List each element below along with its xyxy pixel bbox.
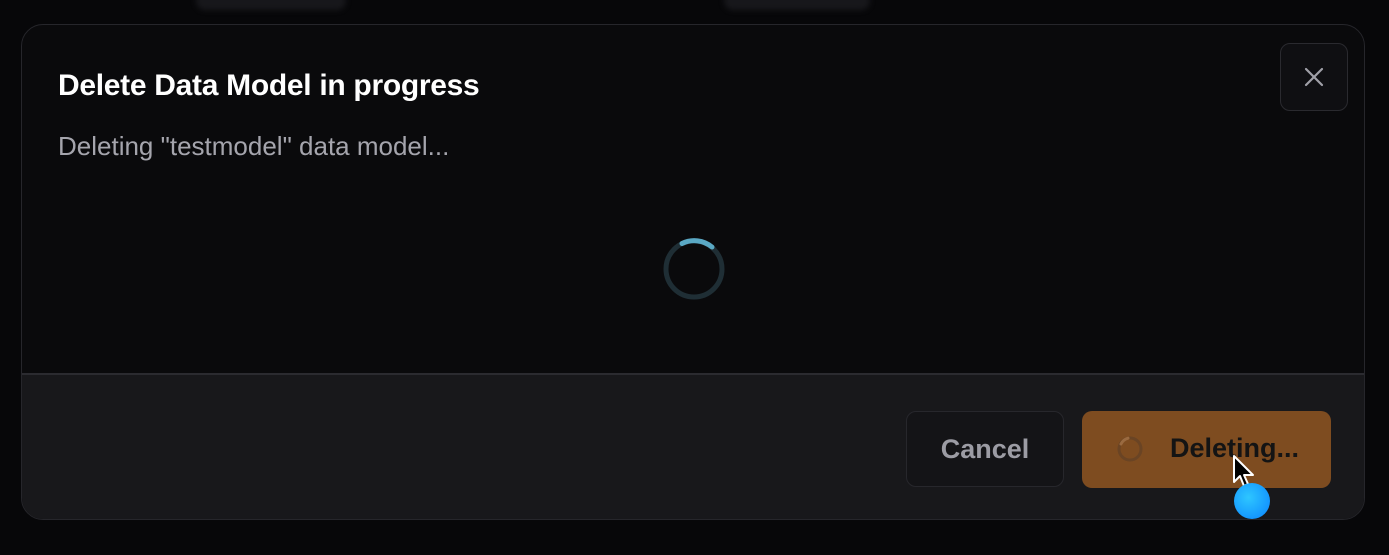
close-button[interactable] [1280, 43, 1348, 111]
loading-spinner-icon [662, 237, 726, 301]
background-text-blur [724, 0, 870, 10]
dialog-description: Deleting "testmodel" data model... [58, 131, 450, 161]
button-spinner-icon [1117, 436, 1143, 462]
background-text-blur [196, 0, 346, 10]
cancel-button[interactable]: Cancel [906, 411, 1064, 487]
click-indicator-icon [1234, 483, 1270, 519]
delete-progress-dialog: Delete Data Model in progress Deleting "… [21, 24, 1365, 520]
deleting-button[interactable]: Deleting... [1082, 411, 1331, 488]
cancel-button-label: Cancel [940, 433, 1030, 464]
dialog-footer: Cancel Deleting... [22, 373, 1364, 519]
dialog-title: Delete Data Model in progress [58, 69, 480, 102]
close-icon [1304, 67, 1324, 87]
